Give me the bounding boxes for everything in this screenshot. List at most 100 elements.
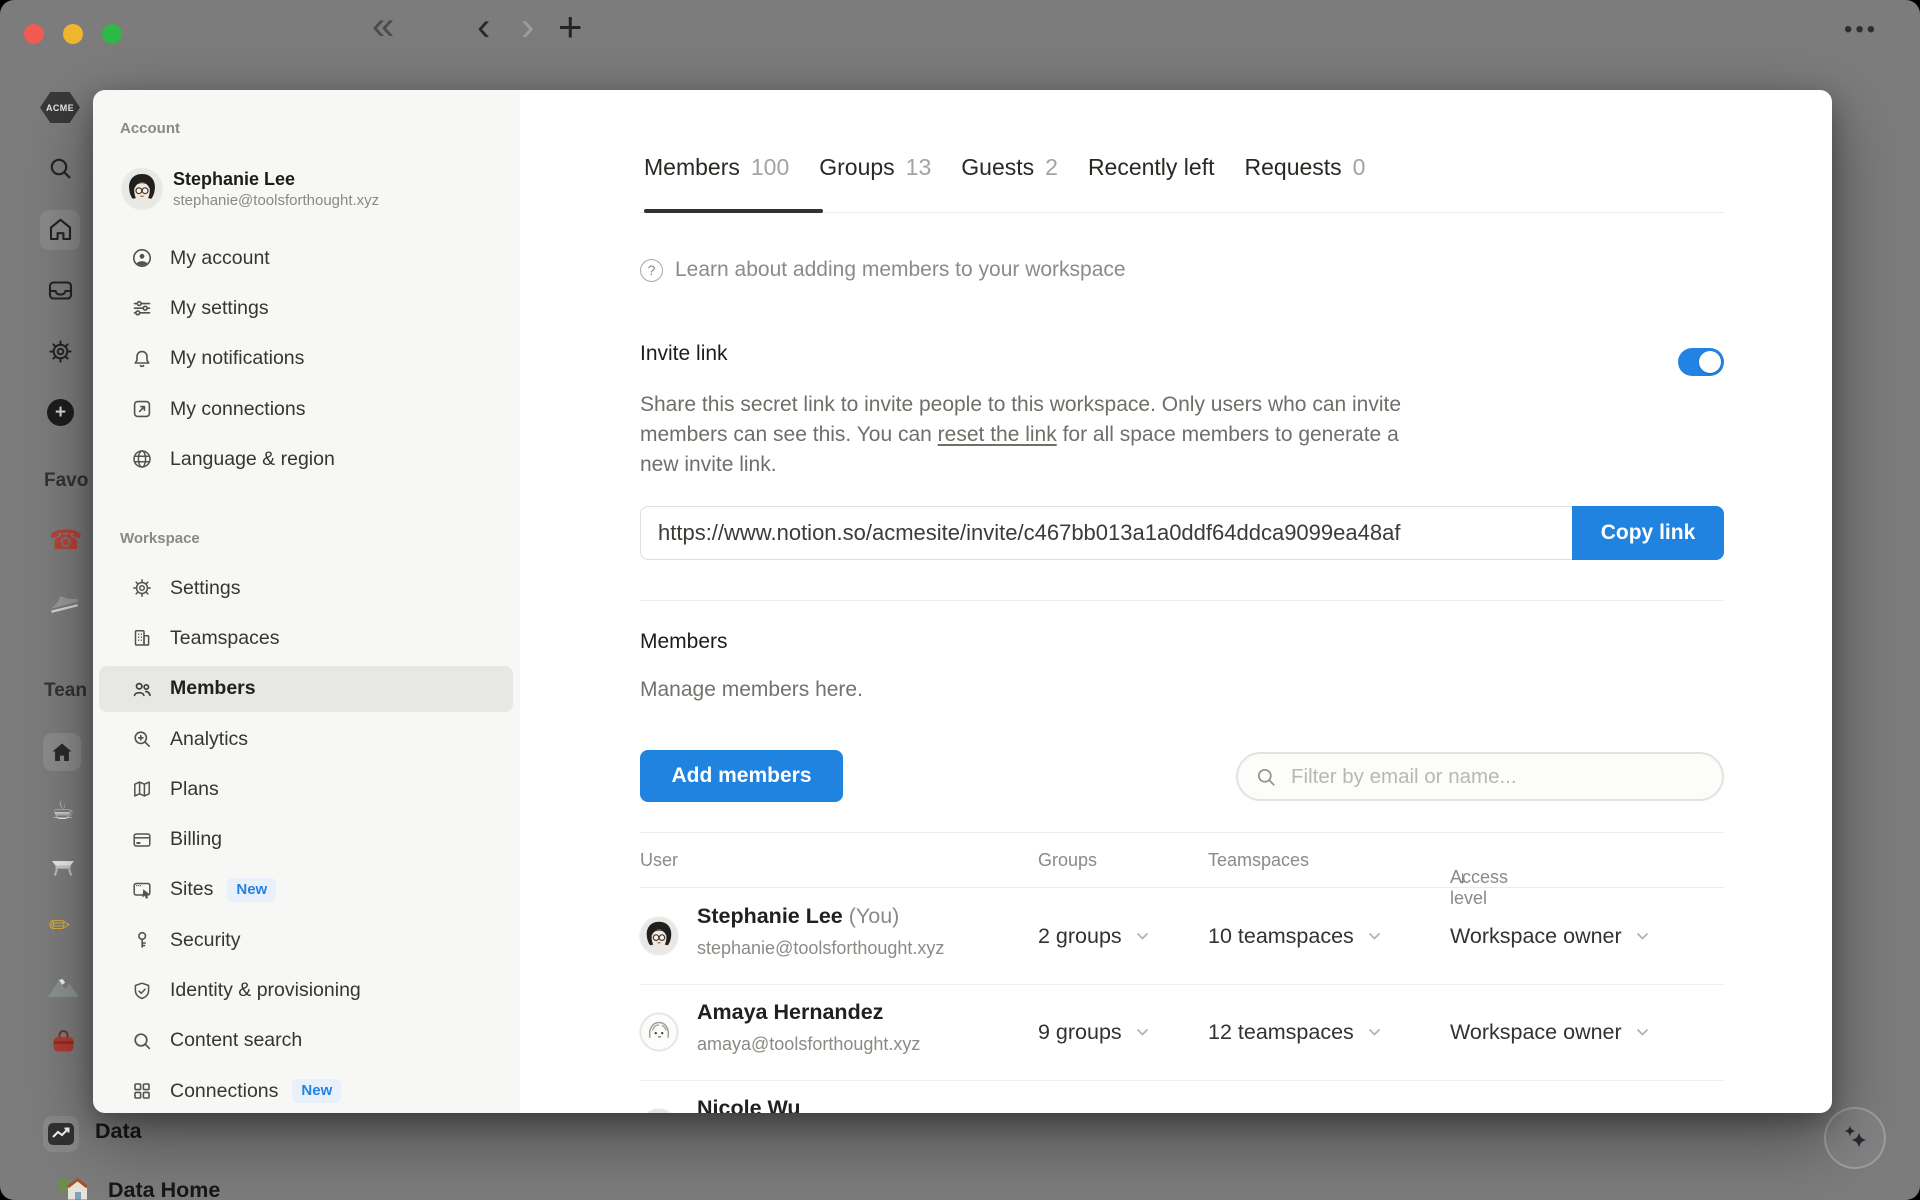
invite-link-toggle[interactable] bbox=[1678, 348, 1724, 376]
sneaker-emoji-icon[interactable] bbox=[45, 588, 81, 615]
sidebar-item-label: Teamspaces bbox=[170, 626, 280, 649]
groups-dropdown[interactable]: 9 groups bbox=[1038, 984, 1149, 1080]
member-email: stephanie@toolsforthought.xyz bbox=[697, 938, 945, 958]
notion-ai-button[interactable] bbox=[1824, 1107, 1886, 1169]
tab-requests[interactable]: Requests 0 bbox=[1245, 154, 1366, 181]
magnifier-icon bbox=[131, 1030, 153, 1052]
teamspace-home-icon[interactable] bbox=[43, 733, 81, 771]
tab-recently-left[interactable]: Recently left bbox=[1088, 154, 1215, 181]
sidebar-item-billing[interactable]: Billing bbox=[93, 814, 520, 864]
avatar bbox=[640, 1013, 678, 1051]
sidebar-collapse-icon[interactable]: « bbox=[372, 6, 394, 46]
tab-label: Recently left bbox=[1087, 154, 1215, 180]
learn-link[interactable]: ? Learn about adding members to your wor… bbox=[640, 258, 1126, 282]
sidebar-item-settings[interactable]: Settings bbox=[93, 563, 520, 613]
sidebar-item-my-settings[interactable]: My settings bbox=[93, 283, 520, 333]
telephone-emoji-icon[interactable]: ☎ bbox=[49, 527, 83, 554]
coffee-emoji-icon[interactable]: ☕ bbox=[51, 797, 74, 823]
sidebar-item-members[interactable]: Members bbox=[93, 664, 520, 714]
members-section-title: Members bbox=[640, 630, 728, 653]
sidebar-item-identity-provisioning[interactable]: Identity & provisioning bbox=[93, 965, 520, 1015]
copy-link-button[interactable]: Copy link bbox=[1572, 506, 1724, 560]
pencil-emoji-icon[interactable]: ✏ bbox=[49, 912, 71, 938]
reset-link[interactable]: reset the link bbox=[938, 423, 1057, 446]
back-icon[interactable]: ‹ bbox=[477, 7, 490, 47]
search-icon[interactable] bbox=[47, 155, 74, 182]
data-home-page-icon[interactable] bbox=[56, 1174, 87, 1200]
add-page-icon[interactable]: + bbox=[47, 399, 74, 426]
access-level-value: Workspace owner bbox=[1450, 923, 1622, 948]
sidebar-item-sites[interactable]: Sites New bbox=[93, 865, 520, 915]
teamspaces-dropdown[interactable]: 10 teamspaces bbox=[1208, 888, 1381, 984]
avatar bbox=[640, 1109, 678, 1113]
data-page-icon[interactable] bbox=[43, 1116, 79, 1152]
key-icon bbox=[131, 929, 153, 951]
groups-value: 9 groups bbox=[1038, 1019, 1122, 1044]
groups-dropdown[interactable]: 2 groups bbox=[1038, 888, 1149, 984]
zoom-window-button[interactable] bbox=[102, 24, 122, 44]
chevron-down-icon bbox=[1136, 932, 1148, 940]
tab-label: Requests bbox=[1244, 154, 1342, 180]
toggle-knob bbox=[1699, 351, 1721, 373]
sidebar-item-data-home[interactable]: Data Home bbox=[108, 1178, 220, 1200]
add-members-button[interactable]: Add members bbox=[640, 750, 843, 802]
workspace-logo[interactable]: ACME bbox=[40, 92, 80, 123]
sidebar-item-plans[interactable]: Plans bbox=[93, 764, 520, 814]
home-icon[interactable] bbox=[47, 216, 74, 243]
new-tab-icon[interactable]: + bbox=[558, 6, 583, 48]
help-circle-icon: ? bbox=[640, 258, 663, 282]
settings-sidebar: Account Stephanie Lee stephanie@toolsfor… bbox=[93, 90, 520, 1113]
column-header-groups: Groups bbox=[1038, 850, 1098, 870]
tab-label: Guests bbox=[961, 154, 1035, 180]
sidebar-item-label: Identity & provisioning bbox=[170, 979, 361, 1002]
sidebar-item-connections[interactable]: Connections New bbox=[93, 1066, 520, 1113]
chevron-down-icon bbox=[1368, 932, 1380, 940]
tab-count: 100 bbox=[750, 154, 790, 180]
close-window-button[interactable] bbox=[24, 24, 44, 44]
sidebar-item-label: Settings bbox=[170, 576, 241, 599]
sidebar-item-my-notifications[interactable]: My notifications bbox=[93, 334, 520, 384]
tab-members[interactable]: Members 100 bbox=[644, 154, 789, 181]
forward-icon[interactable]: › bbox=[521, 7, 534, 47]
minimize-window-button[interactable] bbox=[63, 24, 83, 44]
account-profile[interactable]: Stephanie Lee stephanie@toolsforthought.… bbox=[122, 168, 379, 210]
chevron-down-icon bbox=[1636, 932, 1648, 940]
avatar bbox=[640, 917, 678, 955]
bag-emoji-icon[interactable] bbox=[50, 1030, 77, 1054]
sidebar-item-security[interactable]: Security bbox=[93, 915, 520, 965]
teamspaces-dropdown[interactable]: 12 teamspaces bbox=[1208, 984, 1381, 1080]
account-user-name: Stephanie Lee bbox=[173, 169, 296, 189]
sidebar-item-label: My account bbox=[170, 246, 270, 269]
tab-label: Groups bbox=[819, 154, 895, 180]
member-name: Nicole Wu bbox=[697, 1096, 801, 1113]
invite-link-title: Invite link bbox=[640, 342, 728, 365]
account-menu: My account My settings My notifications bbox=[93, 233, 520, 484]
sidebar-item-my-connections[interactable]: My connections bbox=[93, 384, 520, 434]
window-controls bbox=[24, 24, 122, 44]
sidebar-item-content-search[interactable]: Content search bbox=[93, 1016, 520, 1066]
sidebar-item-language-region[interactable]: Language & region bbox=[93, 434, 520, 484]
groups-value: 2 groups bbox=[1038, 923, 1122, 948]
filter-field[interactable] bbox=[1236, 752, 1724, 801]
access-level-value: Workspace owner bbox=[1450, 1019, 1622, 1044]
settings-gear-icon[interactable] bbox=[47, 338, 74, 365]
grid-icon bbox=[131, 1080, 153, 1102]
access-level-dropdown[interactable]: Workspace owner bbox=[1450, 888, 1649, 984]
more-options-icon[interactable]: ••• bbox=[1844, 18, 1878, 42]
sidebar-item-label: Members bbox=[170, 677, 256, 700]
sidebar-item-analytics[interactable]: Analytics bbox=[93, 714, 520, 764]
tab-guests[interactable]: Guests 2 bbox=[961, 154, 1058, 181]
tab-groups[interactable]: Groups 13 bbox=[819, 154, 931, 181]
sidebar-item-teamspaces[interactable]: Teamspaces bbox=[93, 613, 520, 663]
sidebar-item-data[interactable]: Data bbox=[95, 1119, 142, 1144]
chevron-down-icon bbox=[1368, 1028, 1380, 1036]
people-icon bbox=[131, 678, 153, 700]
invite-url-input[interactable] bbox=[640, 506, 1572, 560]
sidebar-item-label: Language & region bbox=[170, 447, 335, 470]
access-level-dropdown[interactable]: Workspace owner bbox=[1450, 984, 1649, 1080]
inbox-icon[interactable] bbox=[47, 277, 74, 304]
bench-emoji-icon[interactable] bbox=[48, 856, 78, 878]
sidebar-item-my-account[interactable]: My account bbox=[93, 233, 520, 283]
filter-input[interactable] bbox=[1289, 763, 1706, 790]
mountain-emoji-icon[interactable] bbox=[46, 974, 80, 999]
